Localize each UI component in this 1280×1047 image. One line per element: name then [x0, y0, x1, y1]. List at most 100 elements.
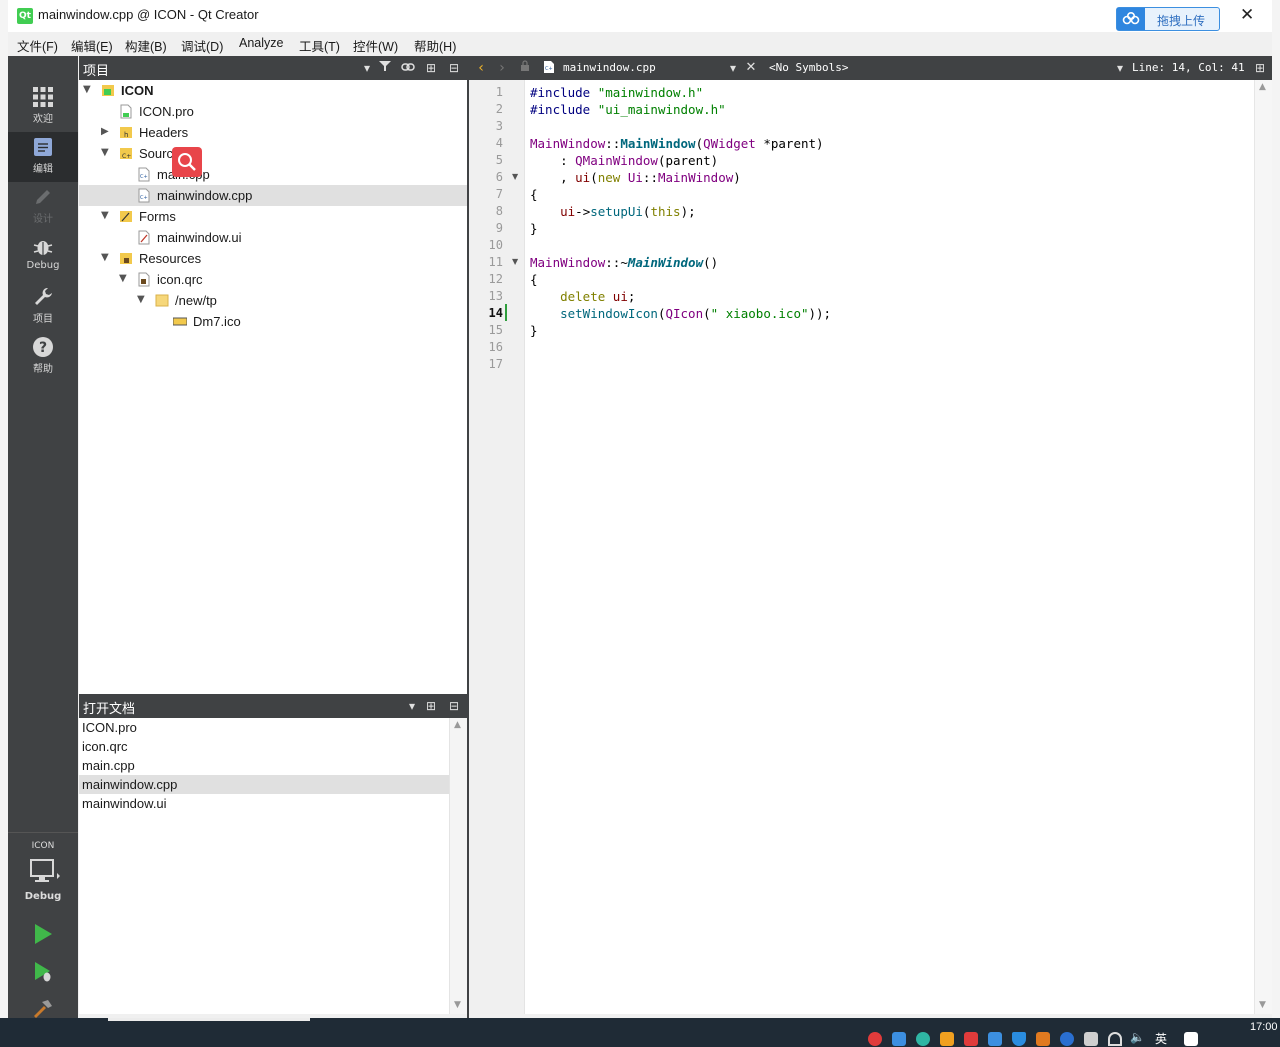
- tree-item-resources[interactable]: ▼ Resources: [79, 248, 467, 269]
- code-line: delete ui;: [560, 289, 636, 304]
- code-editor[interactable]: 1 2 3 4 5 6 7 8 9 10 11 12 13 14 15 16 1…: [469, 80, 1272, 1014]
- shield-icon[interactable]: [1012, 1032, 1026, 1046]
- app-tray-icon[interactable]: [964, 1032, 978, 1046]
- upload-button[interactable]: 拖拽上传: [1116, 7, 1220, 31]
- tree-item-headers[interactable]: ▶ h Headers: [79, 122, 467, 143]
- split-icon[interactable]: ⊞: [423, 698, 439, 714]
- open-documents-scrollbar[interactable]: ▲ ▼: [449, 718, 467, 1014]
- chevron-down-icon[interactable]: ▾: [1112, 60, 1128, 76]
- line-number: 7: [495, 187, 503, 201]
- tree-item-forms[interactable]: ▼ Forms: [79, 206, 467, 227]
- volume-icon[interactable]: 🔈: [1130, 1030, 1145, 1044]
- floating-search-button[interactable]: [172, 147, 202, 177]
- taskbar-active-app-indicator[interactable]: [108, 1018, 310, 1021]
- symbols-selector[interactable]: <No Symbols>: [769, 61, 848, 74]
- open-documents-title: 打开文档: [83, 701, 136, 716]
- tree-item-mainwindow-ui[interactable]: mainwindow.ui: [79, 227, 467, 248]
- mode-design[interactable]: 设计: [8, 182, 78, 232]
- wifi-icon[interactable]: [1108, 1032, 1122, 1046]
- split-icon[interactable]: ⊞: [1252, 60, 1268, 76]
- baidu-netdisk-tray-icon[interactable]: [892, 1032, 906, 1046]
- scroll-up-icon[interactable]: ▲: [1259, 82, 1266, 92]
- menu-debug[interactable]: 调试(D): [181, 36, 223, 55]
- menu-widgets[interactable]: 控件(W): [353, 36, 398, 55]
- app-tray-icon[interactable]: [916, 1032, 930, 1046]
- mode-debug[interactable]: Debug: [8, 232, 78, 282]
- open-document-item[interactable]: mainwindow.ui: [79, 794, 449, 813]
- tree-item-icon-qrc[interactable]: ▼ icon.qrc: [79, 269, 467, 290]
- tree-item-mainwindow-cpp[interactable]: C+ mainwindow.cpp: [79, 185, 467, 206]
- close-window-button[interactable]: ✕: [1240, 5, 1260, 25]
- kit-selector[interactable]: [30, 859, 60, 888]
- cpp-file-icon: C+: [138, 188, 150, 203]
- menu-help[interactable]: 帮助(H): [414, 36, 456, 55]
- chevron-down-icon[interactable]: ▾: [359, 60, 375, 76]
- chevron-down-icon[interactable]: ▼: [101, 210, 109, 221]
- open-document-item[interactable]: mainwindow.cpp: [79, 775, 449, 794]
- start-debugging-button[interactable]: [32, 961, 54, 986]
- editor-file-selector[interactable]: mainwindow.cpp: [563, 61, 656, 74]
- run-button[interactable]: [32, 923, 54, 948]
- qt-logo-icon: Qt: [17, 8, 33, 24]
- netease-music-tray-icon[interactable]: [868, 1032, 882, 1046]
- tree-item-main-cpp[interactable]: C+ main.cpp: [79, 164, 467, 185]
- chevron-down-icon[interactable]: ▼: [83, 84, 91, 95]
- input-method-indicator[interactable]: 英: [1155, 1030, 1167, 1047]
- open-document-item[interactable]: ICON.pro: [79, 718, 449, 737]
- mode-welcome[interactable]: 欢迎: [8, 82, 78, 132]
- scroll-down-icon[interactable]: ▼: [454, 1000, 461, 1010]
- menu-analyze[interactable]: Analyze: [239, 36, 283, 50]
- menu-file[interactable]: 文件(F): [17, 36, 58, 55]
- open-document-item[interactable]: main.cpp: [79, 756, 449, 775]
- taskbar-clock[interactable]: 17:00: [1250, 1021, 1278, 1033]
- tree-item-sources[interactable]: ▼ C+ Sources: [79, 143, 467, 164]
- bluetooth-icon[interactable]: [1060, 1032, 1074, 1046]
- tree-item-new-tp[interactable]: ▼ /new/tp: [79, 290, 467, 311]
- close-document-icon[interactable]: ✕: [743, 60, 759, 76]
- app-tray-icon[interactable]: [940, 1032, 954, 1046]
- close-pane-icon[interactable]: ⊟: [446, 60, 462, 76]
- chevron-down-icon[interactable]: ▾: [404, 698, 420, 714]
- app-tray-icon[interactable]: [988, 1032, 1002, 1046]
- chevron-right-icon[interactable]: ▶: [101, 126, 109, 137]
- tree-item-pro-file[interactable]: ICON.pro: [79, 101, 467, 122]
- usb-icon[interactable]: [1084, 1032, 1098, 1046]
- svg-text:?: ?: [39, 340, 47, 356]
- mode-edit[interactable]: 编辑: [8, 132, 78, 182]
- link-icon[interactable]: [400, 60, 416, 76]
- split-icon[interactable]: ⊞: [423, 60, 439, 76]
- speaker-tray-icon[interactable]: [1036, 1032, 1050, 1046]
- chevron-down-icon[interactable]: ▾: [725, 60, 741, 76]
- code-line: MainWindow::MainWindow(QWidget *parent): [530, 136, 824, 151]
- open-documents-header: 打开文档 ▾ ⊞ ⊟: [79, 694, 467, 718]
- open-document-label: icon.qrc: [82, 739, 128, 754]
- open-document-item[interactable]: icon.qrc: [79, 737, 449, 756]
- menu-tools[interactable]: 工具(T): [299, 36, 340, 55]
- mode-projects[interactable]: 项目: [8, 282, 78, 332]
- close-pane-icon[interactable]: ⊟: [446, 698, 462, 714]
- filter-icon[interactable]: [377, 60, 393, 76]
- back-arrow-icon[interactable]: ‹: [473, 60, 489, 76]
- fold-marker-icon[interactable]: ▼: [512, 172, 518, 181]
- chevron-down-icon[interactable]: ▼: [119, 273, 127, 284]
- chevron-down-icon[interactable]: ▼: [101, 147, 109, 158]
- debug-run-icon: [35, 962, 51, 982]
- code-line: MainWindow::~MainWindow(): [530, 255, 719, 270]
- fold-marker-icon[interactable]: ▼: [512, 257, 518, 266]
- forward-arrow-icon[interactable]: ›: [494, 60, 510, 76]
- tree-item-dm7-ico[interactable]: Dm7.ico: [79, 311, 467, 332]
- tree-item-label: Dm7.ico: [193, 314, 241, 329]
- scroll-down-icon[interactable]: ▼: [1259, 1000, 1266, 1010]
- mode-help[interactable]: ? 帮助: [8, 332, 78, 382]
- scroll-up-icon[interactable]: ▲: [454, 720, 461, 730]
- chevron-down-icon[interactable]: ▼: [137, 294, 145, 305]
- notification-icon[interactable]: [1184, 1032, 1198, 1046]
- line-number: 12: [488, 272, 503, 286]
- cursor-position[interactable]: Line: 14, Col: 41: [1132, 61, 1245, 74]
- editor-scrollbar[interactable]: ▲ ▼: [1254, 80, 1272, 1014]
- mode-selector: 欢迎 编辑 设计 Debug 项目 ? 帮助 ICON Debug: [8, 56, 78, 1018]
- menu-edit[interactable]: 编辑(E): [71, 36, 113, 55]
- menu-build[interactable]: 构建(B): [125, 36, 167, 55]
- chevron-down-icon[interactable]: ▼: [101, 252, 109, 263]
- tree-item-icon-project[interactable]: ▼ ICON: [79, 80, 467, 101]
